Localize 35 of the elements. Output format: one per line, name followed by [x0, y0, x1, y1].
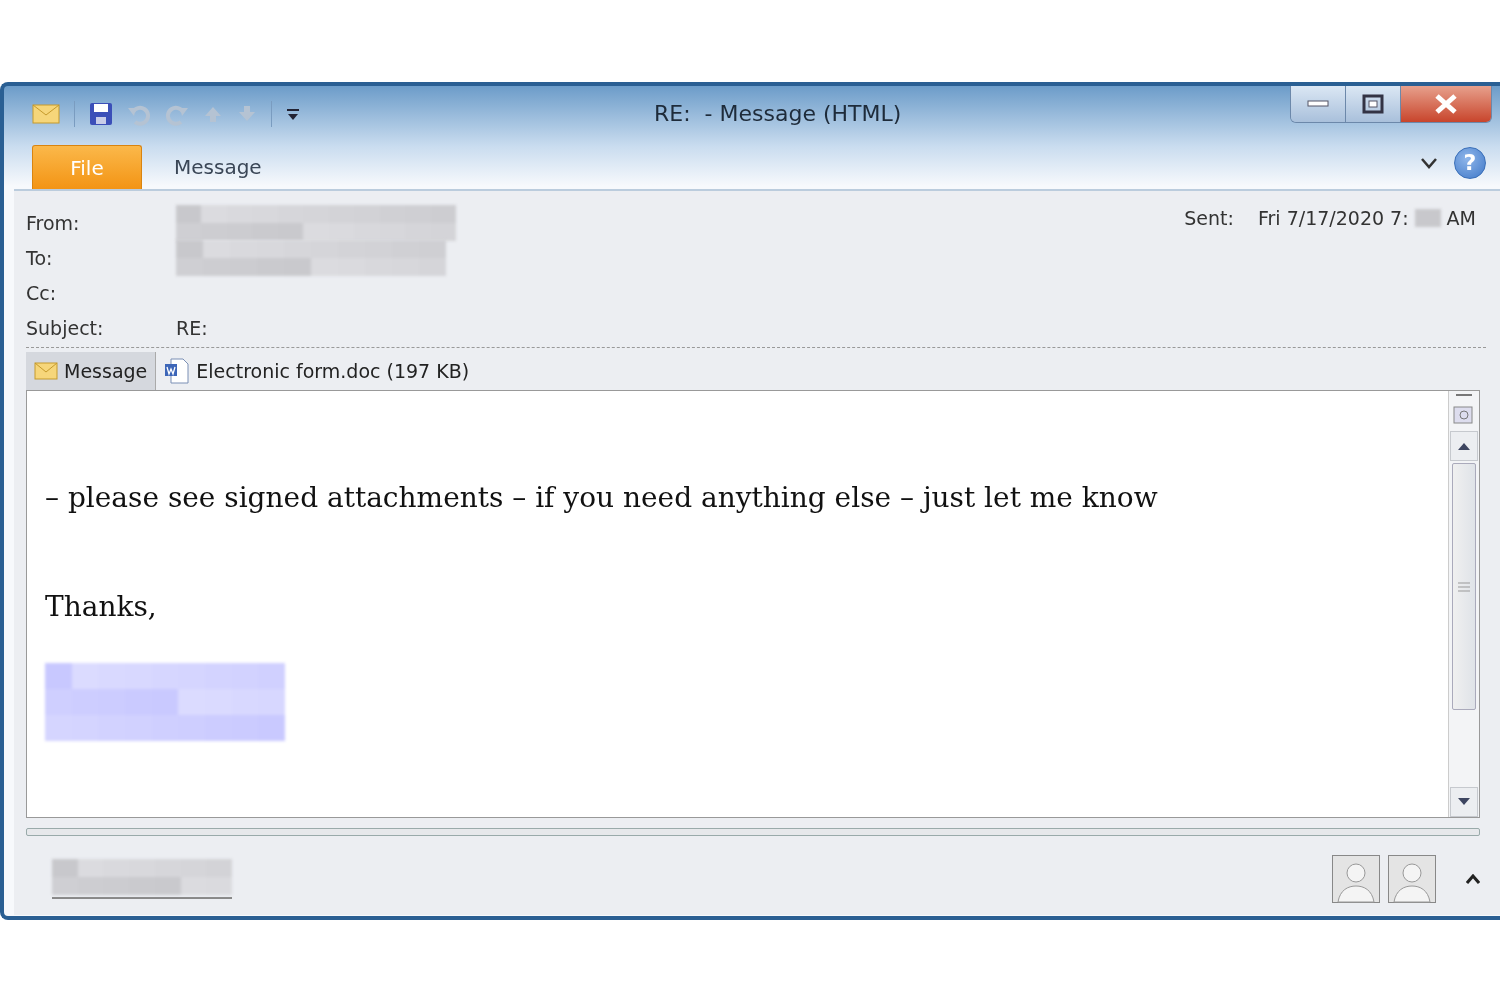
field-label: Subject: [26, 316, 105, 339]
minimize-icon [1307, 100, 1329, 108]
message-tab[interactable]: Message [26, 352, 157, 390]
pane-splitter[interactable] [26, 828, 1480, 836]
expand-pane-icon[interactable] [1466, 874, 1480, 884]
close-button[interactable] [1401, 86, 1491, 122]
sent-label: Sent: [1184, 207, 1234, 229]
field-label: To: [26, 246, 54, 269]
scroll-down-button[interactable] [1450, 787, 1478, 817]
ribbon-tab[interactable]: Message [142, 145, 294, 189]
field-label: Cc: [26, 281, 58, 304]
body-paragraph: – please see signed attachments – if you need anything else – just let me know [45, 481, 1159, 514]
up-triangle-icon [1457, 442, 1471, 450]
envelope-icon[interactable] [32, 102, 60, 125]
sent-date: Fri 7/17/2020 7: [1257, 207, 1409, 229]
document-icon [164, 358, 191, 384]
down-triangle-icon [1457, 798, 1471, 806]
envelope-icon [34, 362, 58, 380]
field-label: From: [26, 211, 81, 234]
person-icon[interactable] [1388, 855, 1436, 903]
scrollbar-thumb[interactable] [1452, 463, 1476, 710]
close-icon [1434, 94, 1458, 114]
collapse-ribbon-icon[interactable] [1420, 156, 1438, 170]
customize-menu-icon[interactable] [286, 106, 300, 121]
attachment-link[interactable]: Electronic form.doc (197 KB) [156, 352, 478, 390]
body-paragraph: Thanks, [45, 590, 158, 623]
person-icon[interactable] [1332, 855, 1380, 903]
window-title: RE: - Message (HTML) [653, 101, 903, 126]
maximize-button[interactable] [1346, 86, 1401, 122]
maximize-icon [1362, 94, 1384, 114]
scroll-up-button[interactable] [1450, 431, 1478, 461]
minimize-button[interactable] [1291, 86, 1346, 122]
sent-time-suffix: AM [1446, 207, 1476, 229]
save-icon[interactable] [89, 101, 113, 126]
subject-value: RE: [176, 316, 208, 339]
